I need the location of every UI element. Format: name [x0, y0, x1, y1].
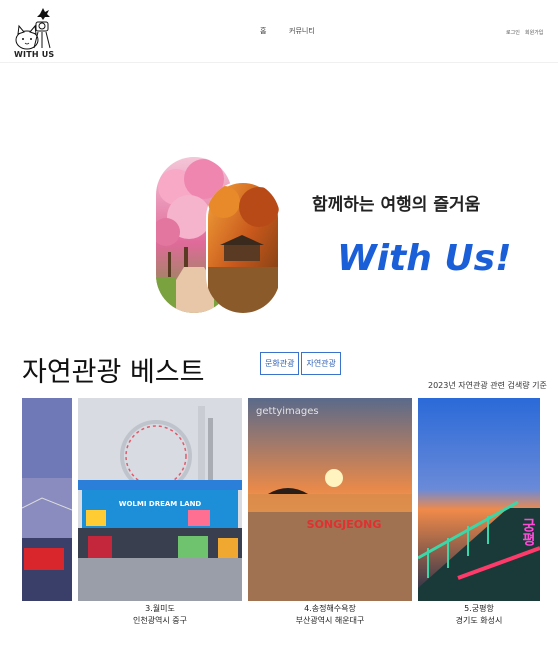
tour-card-caption: 3.월미도 인천광역시 중구: [78, 603, 242, 627]
login-link[interactable]: 로그인: [506, 29, 520, 36]
nav-community[interactable]: 커뮤니티: [289, 26, 315, 36]
section-title: 자연관광 베스트: [22, 357, 205, 388]
autumn-temple-photo: [208, 183, 279, 313]
ranking-note: 2023년 자연관광 관련 검색량 기준: [428, 381, 547, 390]
tab-nature[interactable]: 자연관광: [301, 352, 341, 375]
card-location: 인천광역시 중구: [132, 616, 188, 625]
tour-card-image[interactable]: 궁평: [418, 398, 540, 601]
card-location: 경기도 화성시: [455, 616, 503, 625]
card-location: 부산광역시 해운대구: [295, 616, 365, 625]
hero-photo-collage: [156, 157, 280, 313]
dreamland-sign: WOLMI DREAM LAND: [119, 500, 202, 508]
card-title[interactable]: 4.송정해수욕장: [248, 603, 412, 615]
hero-brand: With Us!: [337, 238, 512, 279]
tour-card-caption: 4.송정해수욕장 부산광역시 해운대구: [248, 603, 412, 627]
stock-watermark: gettyimages: [256, 406, 319, 417]
card-title[interactable]: 5.궁평항: [418, 603, 540, 615]
logo-text[interactable]: WITH US: [14, 50, 54, 59]
harbor-sign: 궁평: [520, 518, 536, 547]
hero-title: 함께하는 여행의 즐거움: [312, 195, 481, 215]
tour-card-image[interactable]: gettyimages SONGJEONG: [248, 398, 412, 601]
tour-card-image[interactable]: [22, 398, 72, 601]
category-tabs: 문화관광 자연관광: [260, 352, 341, 375]
beach-sign: SONGJEONG: [307, 518, 382, 531]
signup-link[interactable]: 회원가입: [525, 29, 543, 36]
tab-culture[interactable]: 문화관광: [260, 352, 300, 375]
nav-home[interactable]: 홈: [260, 26, 266, 36]
tour-card-image[interactable]: WOLMI DREAM LAND: [78, 398, 242, 601]
tour-card-caption: 5.궁평항 경기도 화성시: [418, 603, 540, 627]
card-title[interactable]: 3.월미도: [78, 603, 242, 615]
site-header: WITH US 홈 커뮤니티 로그인 회원가입: [0, 0, 558, 63]
